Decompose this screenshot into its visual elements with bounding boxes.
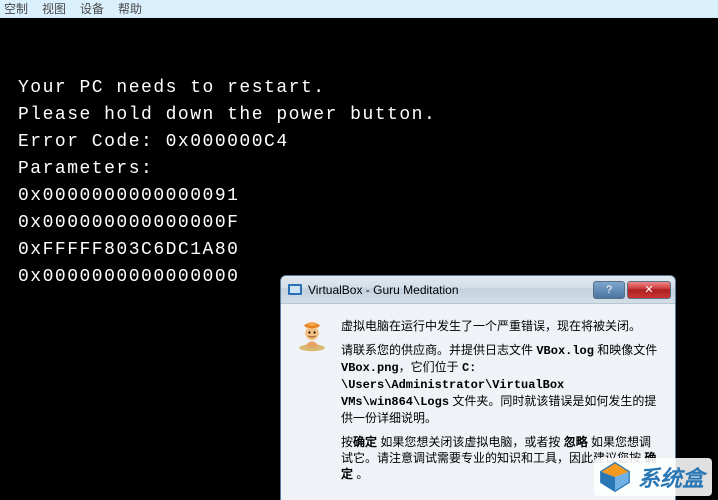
menu-item-control[interactable]: 空制 xyxy=(4,0,28,17)
dialog-titlebar[interactable]: VirtualBox - Guru Meditation ? ✕ xyxy=(281,276,675,304)
meditation-icon xyxy=(295,318,331,490)
menu-item-devices[interactable]: 设备 xyxy=(80,0,104,17)
dialog-help-button[interactable]: ? xyxy=(593,281,625,299)
dialog-para-2: 请联系您的供应商。并提供日志文件 VBox.log 和映像文件 VBox.png… xyxy=(341,342,661,426)
console-line-3: Error Code: 0x000000C4 xyxy=(18,132,289,152)
console-line-4: Parameters: xyxy=(18,159,153,179)
console-param-3: 0xFFFFF803C6DC1A80 xyxy=(18,240,239,260)
watermark-icon xyxy=(598,460,632,494)
console-line-2: Please hold down the power button. xyxy=(18,105,436,125)
dialog-para-1: 虚拟电脑在运行中发生了一个严重错误，现在将被关闭。 xyxy=(341,318,661,334)
virtualbox-icon xyxy=(287,282,303,298)
console-param-2: 0x000000000000000F xyxy=(18,213,239,233)
watermark-logo: 系统盒 xyxy=(594,458,712,496)
vm-menu-bar: 空制 视图 设备 帮助 xyxy=(0,0,718,18)
watermark-text: 系统盒 xyxy=(638,461,704,493)
menu-item-view[interactable]: 视图 xyxy=(42,0,66,17)
console-line-1: Your PC needs to restart. xyxy=(18,78,326,98)
console-param-4: 0x0000000000000000 xyxy=(18,267,239,287)
dialog-title-text: VirtualBox - Guru Meditation xyxy=(308,283,591,297)
console-param-1: 0x0000000000000091 xyxy=(18,186,239,206)
dialog-close-button[interactable]: ✕ xyxy=(627,281,671,299)
menu-item-help[interactable]: 帮助 xyxy=(118,0,142,17)
